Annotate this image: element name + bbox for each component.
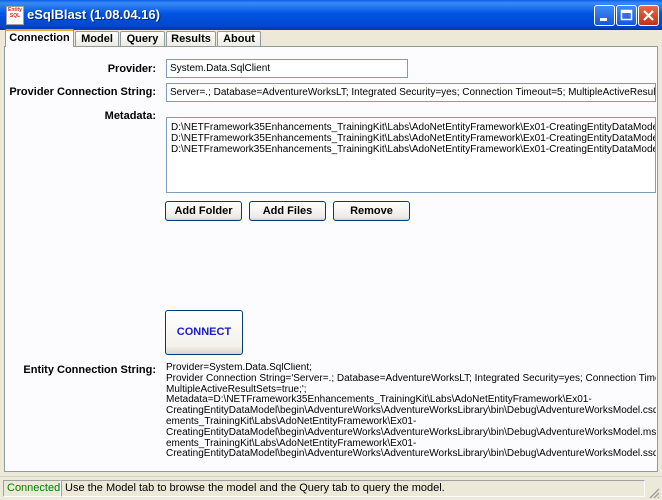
provider-connection-string-input[interactable]: Server=.; Database=AdventureWorksLT; Int… bbox=[166, 83, 656, 102]
resize-grip-icon[interactable] bbox=[648, 487, 660, 499]
tab-connection[interactable]: Connection bbox=[5, 29, 74, 47]
app-icon[interactable]: Entity SQL bbox=[6, 6, 24, 25]
remove-button[interactable]: Remove bbox=[333, 201, 410, 221]
add-folder-button[interactable]: Add Folder bbox=[165, 201, 242, 221]
add-files-button[interactable]: Add Files bbox=[249, 201, 326, 221]
metadata-label: Metadata: bbox=[104, 110, 156, 122]
tab-query[interactable]: Query bbox=[120, 31, 165, 46]
connect-button[interactable]: CONNECT bbox=[165, 310, 243, 355]
app-icon-text: Entity SQL bbox=[8, 7, 22, 19]
minimize-icon bbox=[600, 18, 607, 21]
status-message: Use the Model tab to browse the model an… bbox=[61, 480, 645, 497]
maximize-icon bbox=[620, 9, 633, 21]
maximize-button[interactable] bbox=[616, 5, 637, 26]
connection-status: Connected bbox=[3, 480, 61, 497]
entity-connection-string-label: Entity Connection String: bbox=[23, 364, 156, 376]
close-icon bbox=[643, 10, 654, 21]
tab-model[interactable]: Model bbox=[75, 31, 119, 46]
provider-input[interactable]: System.Data.SqlClient bbox=[166, 59, 408, 78]
close-button[interactable] bbox=[638, 5, 659, 26]
provider-connection-string-label: Provider Connection String: bbox=[9, 86, 156, 98]
minimize-button[interactable] bbox=[594, 5, 615, 26]
provider-label: Provider: bbox=[107, 63, 156, 75]
connection-status-text: Connected bbox=[7, 482, 61, 494]
window-title: eSqlBlast (1.08.04.16) bbox=[27, 7, 160, 22]
tab-about[interactable]: About bbox=[217, 31, 261, 46]
entity-connection-string-text: Provider=System.Data.SqlClient; Provider… bbox=[166, 363, 656, 460]
status-bar: Connected Use the Model tab to browse th… bbox=[0, 476, 662, 500]
app-window: Entity SQL eSqlBlast (1.08.04.16) Connec… bbox=[0, 0, 662, 500]
tab-results[interactable]: Results bbox=[166, 31, 216, 46]
metadata-list[interactable]: D:\NETFramework35Enhancements_TrainingKi… bbox=[166, 117, 656, 193]
title-bar[interactable]: Entity SQL eSqlBlast (1.08.04.16) bbox=[0, 0, 662, 30]
